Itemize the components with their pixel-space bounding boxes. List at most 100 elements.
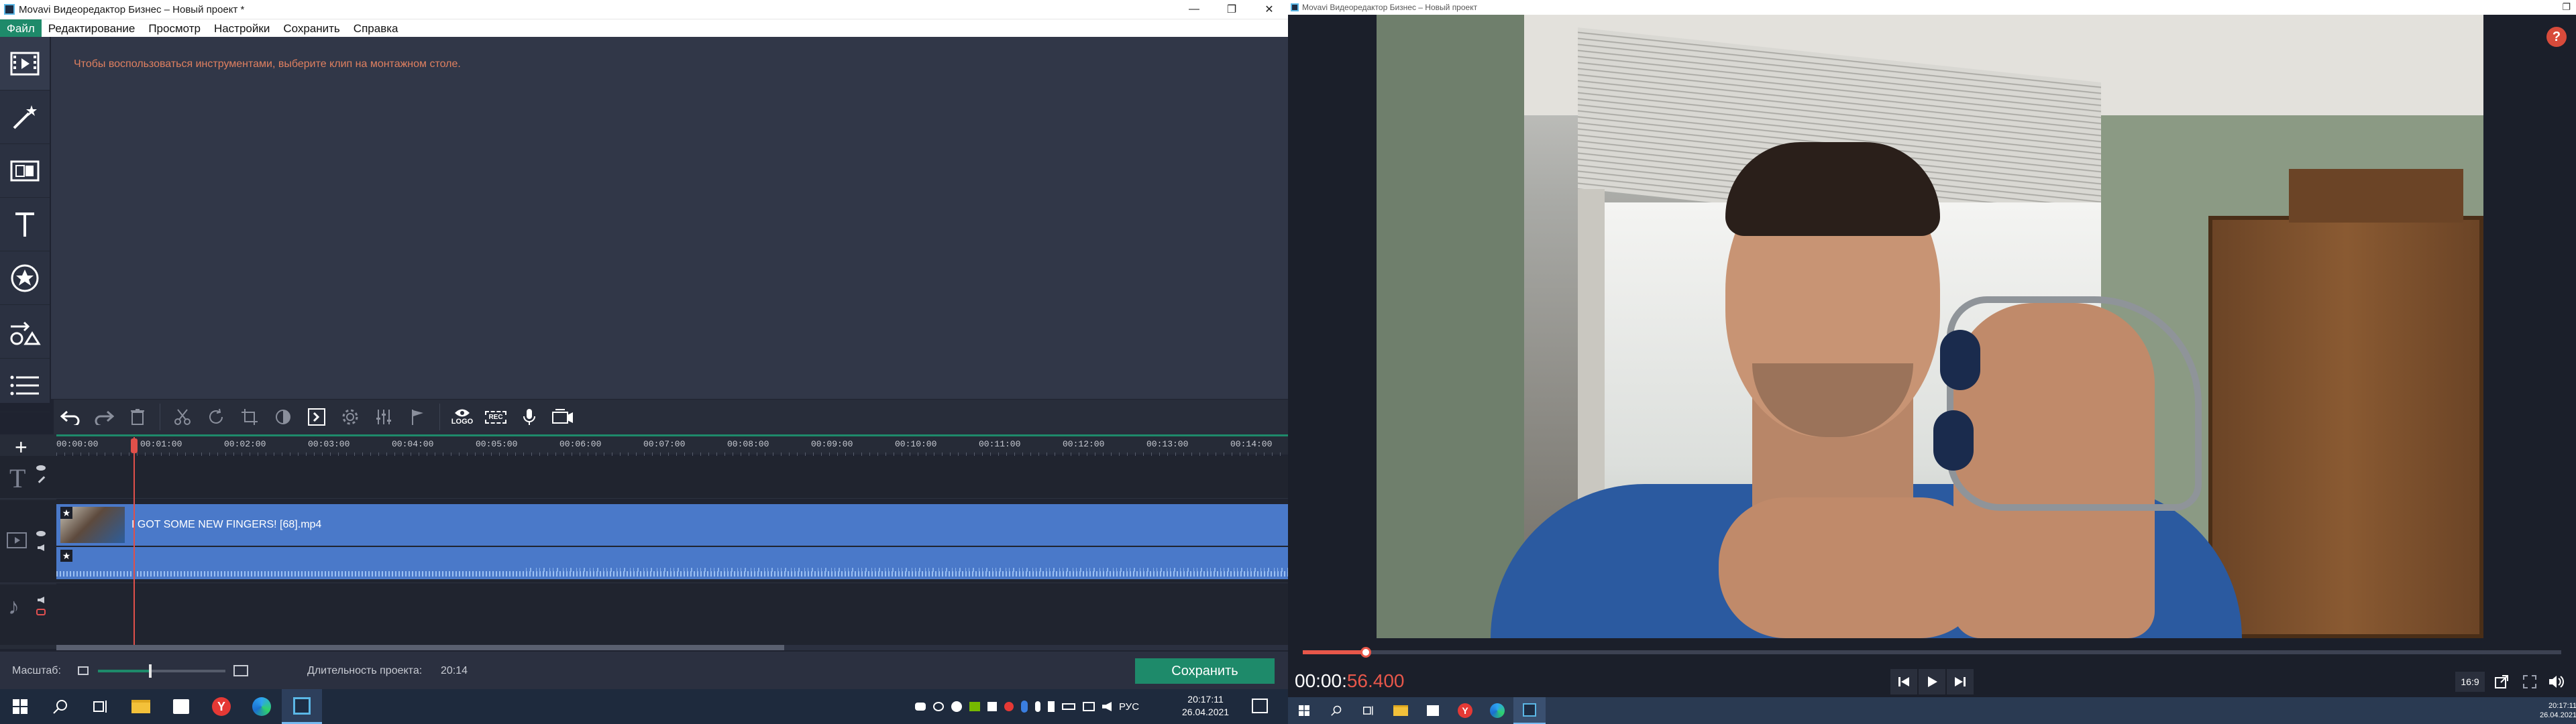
playhead[interactable] [133, 437, 135, 645]
timeline-scrollbar[interactable] [56, 645, 1288, 650]
maximize-button[interactable]: ❐ [1213, 0, 1250, 19]
usb-icon[interactable] [1048, 701, 1055, 712]
duration-label: Длительность проекта: [307, 665, 423, 676]
record-tray-icon[interactable] [1004, 702, 1014, 711]
crop-button[interactable] [233, 400, 266, 434]
close-button[interactable]: ✕ [1250, 0, 1288, 19]
playback-progress[interactable] [1303, 647, 2561, 658]
zoom-out-icon[interactable] [78, 666, 89, 675]
logo-button[interactable]: LOGO [445, 400, 479, 434]
windows-start-icon[interactable] [1288, 697, 1320, 724]
timeline-ruler[interactable]: 00:00:00 00:01:00 00:02:00 00:03:00 00:0… [56, 434, 1288, 457]
record-video-button[interactable] [546, 400, 580, 434]
rotate-button[interactable] [199, 400, 233, 434]
menu-edit[interactable]: Редактирование [42, 19, 142, 38]
clock[interactable]: 20:17:11 26.04.2021 [1182, 693, 1229, 719]
scrollbar-thumb[interactable] [56, 645, 784, 650]
clip-properties-button[interactable] [333, 400, 367, 434]
ruler-tick: 00:01:00 [140, 439, 182, 449]
app-icon [4, 4, 15, 15]
save-button[interactable]: Сохранить [1135, 658, 1275, 684]
cut-button[interactable] [166, 400, 199, 434]
network-icon[interactable] [1083, 702, 1095, 711]
export-frame-button[interactable] [2490, 672, 2513, 692]
windows-start-icon[interactable] [0, 689, 40, 724]
add-track-button[interactable]: + [15, 436, 28, 458]
zoom-slider[interactable] [98, 664, 225, 678]
file-explorer-icon[interactable] [121, 689, 161, 724]
edge-icon[interactable] [1481, 697, 1513, 724]
preview-restore-button[interactable]: ❐ [2562, 1, 2571, 13]
zoom-slider-handle[interactable] [149, 664, 152, 678]
speaker-tray-icon[interactable] [1102, 702, 1112, 711]
marker-button[interactable] [400, 400, 434, 434]
filters-tool-button[interactable] [0, 90, 50, 144]
preview-window-title: Movavi Видеоредактор Бизнес – Новый прое… [1302, 3, 1478, 12]
edge-icon[interactable] [241, 689, 282, 724]
discord-icon[interactable] [915, 703, 926, 711]
app-tray-icon[interactable] [987, 702, 997, 711]
aspect-ratio-button[interactable]: 16:9 [2455, 672, 2485, 692]
microphone-tray-icon[interactable] [1035, 701, 1040, 712]
color-adjust-button[interactable] [266, 400, 300, 434]
nvidia-icon[interactable] [969, 702, 980, 711]
menu-file[interactable]: Файл [0, 19, 42, 38]
task-view-icon[interactable] [1352, 697, 1385, 724]
stickers-tool-button[interactable] [0, 251, 50, 305]
next-frame-button[interactable] [1947, 669, 1974, 695]
yandex-browser-icon[interactable]: Y [1449, 697, 1481, 724]
steam-icon[interactable] [951, 701, 962, 712]
film-import-icon [10, 52, 40, 75]
clock[interactable]: 20:17:11 26.04.2021 [2540, 701, 2576, 720]
volume-button[interactable] [2545, 672, 2568, 692]
movavi-taskbar-icon[interactable] [282, 689, 322, 724]
favorite-star-icon[interactable]: ★ [60, 507, 72, 519]
menu-save[interactable]: Сохранить [276, 19, 346, 38]
task-view-icon[interactable] [80, 689, 121, 724]
notifications-icon[interactable] [1252, 699, 1268, 713]
playback-progress-handle[interactable] [1360, 647, 1371, 658]
file-explorer-icon[interactable] [1385, 697, 1417, 724]
store-icon[interactable] [161, 689, 201, 724]
bluetooth-icon[interactable] [1021, 701, 1028, 713]
undo-button[interactable] [54, 400, 87, 434]
visibility-icon[interactable] [36, 531, 46, 536]
delete-button[interactable] [121, 400, 154, 434]
record-voice-button[interactable] [513, 400, 546, 434]
battery-icon[interactable] [1062, 703, 1075, 710]
menu-view[interactable]: Просмотр [142, 19, 207, 38]
menu-settings[interactable]: Настройки [207, 19, 276, 38]
mute-icon[interactable] [36, 609, 46, 615]
redo-button[interactable] [87, 400, 121, 434]
minimize-button[interactable]: — [1175, 0, 1213, 19]
language-indicator[interactable]: РУС [1119, 701, 1139, 713]
volume-tray-icon[interactable] [933, 702, 944, 711]
audio-waveform[interactable]: ★ [56, 547, 1288, 579]
transitions-tool-button[interactable] [0, 144, 50, 198]
system-tray-icons[interactable]: РУС [915, 699, 1157, 715]
playhead-handle[interactable] [131, 438, 138, 453]
yandex-browser-icon[interactable]: Y [201, 689, 241, 724]
video-preview[interactable] [1377, 15, 2483, 638]
shapes-tool-button[interactable] [0, 305, 50, 359]
import-tool-button[interactable] [0, 37, 50, 90]
help-button[interactable]: ? [2546, 27, 2567, 47]
shapes-icon [10, 321, 41, 345]
fullscreen-button[interactable] [2518, 672, 2541, 692]
video-clip[interactable]: ★ I GOT SOME NEW FINGERS! [68].mp4 [56, 504, 1288, 546]
play-button[interactable] [1919, 669, 1945, 695]
search-icon[interactable] [1320, 697, 1352, 724]
more-tools-button[interactable] [0, 359, 50, 412]
search-icon[interactable] [40, 689, 80, 724]
rec-icon: REC [485, 410, 506, 424]
visibility-icon[interactable] [36, 465, 46, 471]
movavi-taskbar-icon[interactable] [1513, 697, 1546, 724]
zoom-in-icon[interactable] [233, 665, 248, 676]
screen-record-button[interactable]: REC [479, 400, 513, 434]
titles-tool-button[interactable] [0, 198, 50, 251]
store-icon[interactable] [1417, 697, 1449, 724]
transition-wizard-button[interactable] [300, 400, 333, 434]
audio-properties-button[interactable] [367, 400, 400, 434]
menu-help[interactable]: Справка [347, 19, 405, 38]
prev-frame-button[interactable] [1890, 669, 1917, 695]
